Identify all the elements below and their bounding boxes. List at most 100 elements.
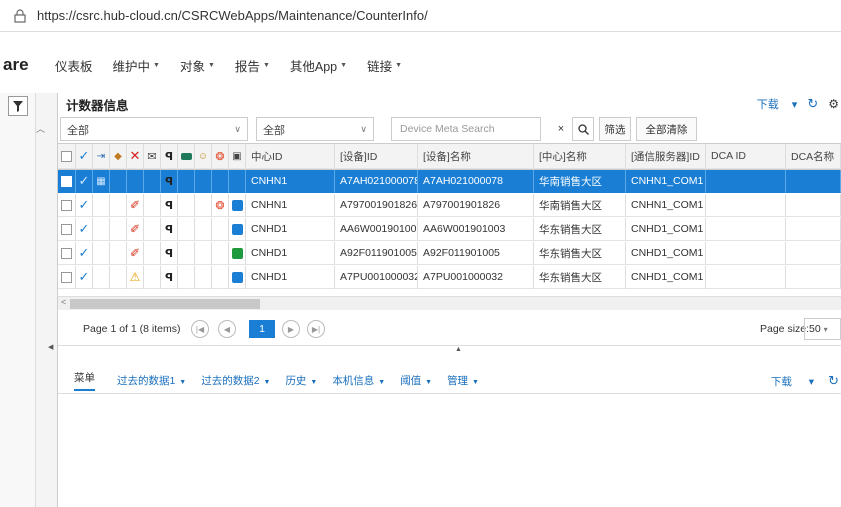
nav-dashboard[interactable]: 仪表板 — [55, 56, 93, 75]
lock-icon — [9, 5, 31, 27]
tab-device-info[interactable]: 本机信息 ▼ — [332, 373, 385, 388]
download-menu[interactable]: 下载 ▾ — [757, 96, 798, 112]
icon-cell[interactable] — [229, 218, 246, 241]
vertical-splitter[interactable]: ◀ — [36, 93, 58, 507]
icon-cell[interactable]: ꟼ — [161, 218, 178, 241]
cell-center-id: CNHN1 — [246, 170, 335, 193]
horizontal-splitter[interactable]: ▲ — [58, 346, 841, 358]
first-page-icon[interactable]: |◀ — [191, 320, 209, 338]
icon-cell[interactable]: ꟼ — [161, 194, 178, 217]
row-select-cell[interactable] — [58, 194, 76, 217]
header-center-id[interactable]: 中心ID — [246, 144, 335, 169]
icon-cell[interactable]: ❂ — [212, 194, 229, 217]
tab-menu[interactable]: 菜单 — [74, 370, 95, 391]
search-icon[interactable] — [572, 117, 594, 141]
nav-maintenance[interactable]: 维护中 ▼ — [113, 56, 160, 75]
cell-dca-id — [706, 242, 786, 265]
nav-reports[interactable]: 报告 ▼ — [235, 56, 270, 75]
cell-device-id: A797001901826 — [335, 194, 418, 217]
nav-links[interactable]: 链接 ▼ — [367, 56, 402, 75]
icon-cell[interactable]: ✓ — [76, 170, 93, 193]
tab-past-data-2[interactable]: 过去的数据2 ▼ — [201, 373, 270, 388]
icon-cell[interactable]: ꟼ — [161, 266, 178, 289]
header-dca-id[interactable]: DCA ID — [706, 144, 786, 169]
horizontal-scrollbar[interactable]: < — [58, 296, 841, 310]
icon-cell — [93, 266, 110, 289]
gear-icon[interactable]: ⚙ — [828, 97, 839, 111]
checkbox[interactable] — [61, 271, 72, 283]
checkbox[interactable] — [61, 150, 72, 162]
icon-cell[interactable]: ✓ — [76, 242, 93, 265]
tab-history[interactable]: 历史 ▼ — [285, 373, 317, 388]
icon-cell[interactable]: ▦ — [93, 170, 110, 193]
header-device-name[interactable]: [设备]名称 — [418, 144, 534, 169]
icon-cell[interactable]: ✐ — [127, 194, 144, 217]
next-page-icon[interactable]: ▶ — [282, 320, 300, 338]
header-dca-name[interactable]: DCA名称 — [786, 144, 841, 169]
icon-cell[interactable]: ✓ — [76, 266, 93, 289]
refresh-icon[interactable]: ↻ — [828, 373, 839, 389]
nav-other-apps[interactable]: 其他App ▼ — [290, 56, 347, 75]
tab-admin[interactable]: 管理 ▼ — [447, 373, 479, 388]
icon-cell[interactable]: ꟼ — [161, 170, 178, 193]
icon-cell — [144, 266, 161, 289]
header-select-all[interactable] — [58, 144, 76, 169]
scroll-left-icon[interactable]: < — [61, 297, 66, 307]
tab-past-data-1[interactable]: 过去的数据1 ▼ — [117, 373, 186, 388]
row-select-cell[interactable] — [58, 170, 76, 193]
clear-search-icon[interactable]: × — [551, 117, 571, 141]
icon-cell[interactable] — [229, 242, 246, 265]
tab-threshold[interactable]: 阈值 ▼ — [400, 373, 432, 388]
icon-cell[interactable] — [229, 194, 246, 217]
column-label: [通信服务器]ID — [631, 150, 700, 163]
caret-down-icon: ▼ — [308, 379, 318, 386]
clear-all-button[interactable]: 全部清除 — [636, 117, 697, 141]
icon-cell[interactable]: ✓ — [76, 194, 93, 217]
header-comm-server-id[interactable]: [通信服务器]ID — [626, 144, 706, 169]
browser-address-bar[interactable]: https://csrc.hub-cloud.cn/CSRCWebApps/Ma… — [0, 0, 841, 32]
collapse-up-icon[interactable]: ▲ — [455, 346, 462, 353]
url-text[interactable]: https://csrc.hub-cloud.cn/CSRCWebApps/Ma… — [37, 8, 428, 23]
check-icon: ✓ — [78, 173, 90, 188]
brand-logo[interactable]: are — [3, 55, 55, 75]
last-page-icon[interactable]: ▶| — [307, 320, 325, 338]
row-select-cell[interactable] — [58, 266, 76, 289]
page-size-select[interactable]: 50 ▾ — [804, 318, 841, 340]
icon-cell[interactable]: ✓ — [76, 218, 93, 241]
refresh-icon[interactable]: ↻ — [807, 96, 818, 112]
icon-cell[interactable]: ✐ — [127, 218, 144, 241]
caret-down-icon: ▼ — [177, 379, 187, 386]
table-row[interactable]: ✓ ✐ ꟼ CNHD1 A92F011901005 A92F011901005 华东销售大区… — [58, 242, 841, 265]
scroll-thumb[interactable] — [70, 299, 260, 309]
filter-icon[interactable] — [8, 96, 28, 116]
icon-cell[interactable]: ꟼ — [161, 242, 178, 265]
checkbox[interactable] — [61, 175, 72, 187]
header-device-id[interactable]: [设备]ID — [335, 144, 418, 169]
prev-page-icon[interactable]: ◀ — [218, 320, 236, 338]
table-row[interactable]: ✓ ✐ ꟼ ❂ CNHN1 A797001901826 A797001901826 华南销售大… — [58, 194, 841, 217]
table-row[interactable]: ✓ ⚠ ꟼ CNHD1 A7PU001000032 A7PU001000032 华东销售大区… — [58, 266, 841, 289]
collapse-left-icon[interactable]: ◀ — [48, 343, 53, 351]
checkbox[interactable] — [61, 199, 72, 211]
collapse-up-icon[interactable]: ︿ — [36, 122, 45, 135]
detail-download-menu[interactable]: 下载 ▾ — [771, 374, 814, 389]
grid-icon: ▦ — [96, 175, 106, 187]
filter-button[interactable]: 筛选 — [599, 117, 631, 141]
icon-cell[interactable]: ⚠ — [127, 266, 144, 289]
icon-cell[interactable] — [229, 266, 246, 289]
table-row[interactable]: ✓ ✐ ꟼ CNHD1 AA6W001901003 AA6W001901003 华东销售大区… — [58, 218, 841, 241]
row-select-cell[interactable] — [58, 242, 76, 265]
row-select-cell[interactable] — [58, 218, 76, 241]
device-meta-search-input[interactable]: Device Meta Search — [391, 117, 541, 141]
icon-cell[interactable]: ✐ — [127, 242, 144, 265]
icon-cell — [212, 266, 229, 289]
table-row[interactable]: ✓ ▦ ꟼ CNHN1 A7AH021000078 A7AH021000078 华南销售大区… — [58, 170, 841, 193]
scope-select-1[interactable]: 全部 ∨ — [60, 117, 248, 141]
nav-objects[interactable]: 对象 ▼ — [180, 56, 215, 75]
current-page-button[interactable]: 1 — [249, 320, 275, 338]
checkbox[interactable] — [61, 223, 72, 235]
header-center-name[interactable]: [中心]名称 — [534, 144, 626, 169]
cell-center-name: 华东销售大区 — [534, 266, 626, 289]
scope-select-2[interactable]: 全部 ∨ — [256, 117, 374, 141]
checkbox[interactable] — [61, 247, 72, 259]
